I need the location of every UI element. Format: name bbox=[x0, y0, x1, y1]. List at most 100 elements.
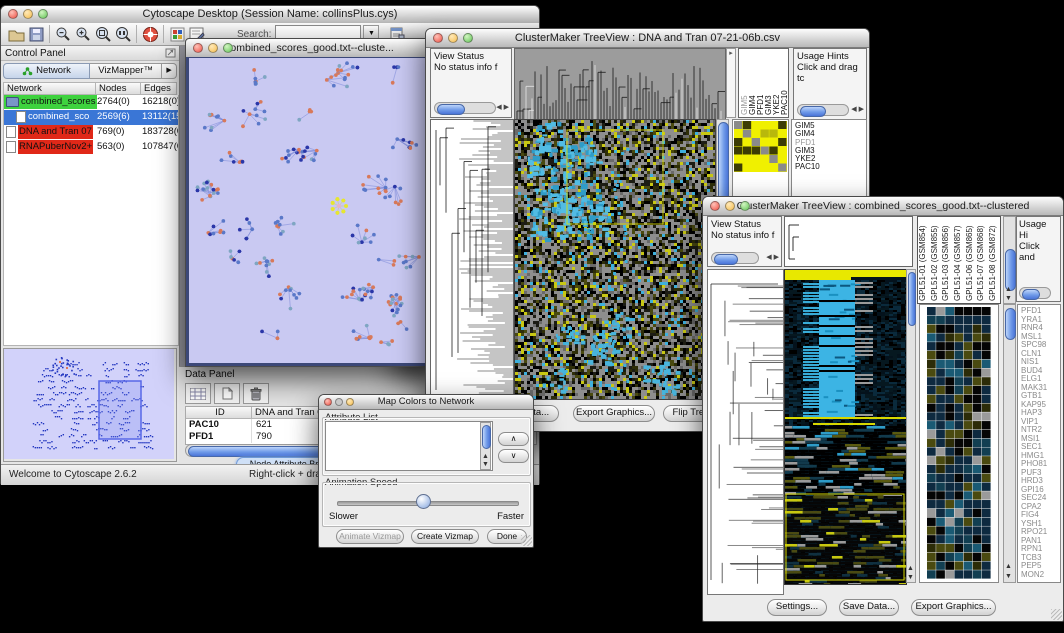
close-button[interactable] bbox=[193, 43, 203, 53]
gene-label[interactable]: FIG4 bbox=[1021, 511, 1060, 520]
column-header-network[interactable]: Network bbox=[3, 82, 96, 95]
scroll-down-arrow[interactable]: ▼ bbox=[482, 461, 489, 468]
gene-label[interactable]: YSH1 bbox=[1021, 520, 1060, 529]
network-view-titlebar[interactable]: combined_scores_good.txt--cluste... bbox=[186, 39, 433, 58]
column-label[interactable]: PFD1 bbox=[756, 51, 764, 115]
scrollbar-thumb[interactable] bbox=[1022, 289, 1040, 300]
zoom-selected-icon[interactable] bbox=[93, 25, 113, 43]
gene-label[interactable]: HRD3 bbox=[1021, 477, 1060, 486]
column-label[interactable]: GIM3 bbox=[764, 51, 772, 115]
view-status-hscrollbar[interactable] bbox=[711, 252, 759, 264]
zoom-out-icon[interactable] bbox=[53, 25, 73, 43]
minimize-button[interactable] bbox=[448, 33, 458, 43]
network-row-rnapuber[interactable]: RNAPuberNov2+ 563(0) 107847(0) bbox=[4, 140, 178, 155]
zoom-button[interactable] bbox=[223, 43, 233, 53]
column-label[interactable]: GPL51-03 (GSM856) bbox=[941, 219, 953, 301]
zoom-button[interactable] bbox=[346, 398, 354, 406]
tab-overflow-arrow[interactable]: ▶ bbox=[162, 63, 177, 79]
gene-label[interactable]: SEC24 bbox=[1021, 494, 1060, 503]
scrollbar-thumb[interactable] bbox=[1005, 249, 1016, 291]
resize-grip[interactable] bbox=[1051, 609, 1062, 620]
close-button[interactable] bbox=[433, 33, 443, 43]
scroll-arrows[interactable]: ◀ ▶ bbox=[496, 102, 509, 113]
scroll-down-arrow[interactable]: ▼ bbox=[907, 574, 914, 581]
gene-label[interactable]: HMG1 bbox=[1021, 452, 1060, 461]
usage-hints-hscrollbar[interactable] bbox=[797, 104, 849, 116]
scrollbar-thumb[interactable] bbox=[482, 425, 491, 449]
gene-label[interactable]: GTB1 bbox=[1021, 392, 1060, 401]
help-lifebuoy-icon[interactable] bbox=[140, 25, 160, 43]
open-file-icon[interactable] bbox=[6, 25, 26, 43]
column-label[interactable]: GIM4 bbox=[748, 51, 756, 115]
gene-label[interactable]: ELG1 bbox=[1021, 375, 1060, 384]
gene-label[interactable]: PAN1 bbox=[1021, 537, 1060, 546]
treeview1-titlebar[interactable]: ClusterMaker TreeView : DNA and Tran 07-… bbox=[426, 29, 869, 48]
gene-label[interactable]: PEP5 bbox=[1021, 562, 1060, 571]
column-label[interactable]: GPL51-06 (GSM865) bbox=[965, 219, 977, 301]
treeview2-labels-vscrollbar[interactable]: ▲ ▼ bbox=[1003, 216, 1016, 304]
treeview1-correlation-thumbnail[interactable] bbox=[734, 121, 787, 172]
close-button[interactable] bbox=[8, 9, 18, 19]
usage-hints-hscrollbar[interactable] bbox=[1019, 287, 1051, 299]
save-data-button[interactable]: Save Data... bbox=[839, 599, 899, 616]
column-label[interactable]: GPL51-07 (GSM868) bbox=[976, 219, 988, 301]
gene-label[interactable]: SPC98 bbox=[1021, 341, 1060, 350]
view-status-hscrollbar[interactable] bbox=[434, 102, 496, 114]
tab-network[interactable]: Network bbox=[3, 63, 90, 79]
gene-label[interactable]: GPI16 bbox=[1021, 486, 1060, 495]
treeview1-divider-strip[interactable]: ▸ bbox=[726, 48, 736, 118]
treeview2-heatmap[interactable] bbox=[784, 269, 907, 585]
treeview1-row-dendrogram[interactable] bbox=[430, 119, 514, 400]
network-row-dna-tran[interactable]: DNA and Tran 07 769(0) 183728(0) bbox=[4, 125, 178, 140]
save-icon[interactable] bbox=[26, 25, 46, 43]
column-header-id[interactable]: ID bbox=[186, 407, 252, 419]
tab-vizmapper[interactable]: VizMapper™ bbox=[90, 63, 162, 79]
gene-label[interactable]: RPN1 bbox=[1021, 545, 1060, 554]
column-label[interactable]: GPL51-04 (GSM857) bbox=[953, 219, 965, 301]
scroll-up-arrow[interactable]: ▲ bbox=[907, 565, 914, 572]
export-graphics-button[interactable]: Export Graphics... bbox=[911, 599, 996, 616]
attribute-list-item[interactable] bbox=[328, 441, 490, 450]
animate-vizmap-button[interactable]: Animate Vizmap bbox=[336, 529, 404, 544]
gene-label[interactable]: BUD4 bbox=[1021, 367, 1060, 376]
row-label[interactable]: PAC10 bbox=[795, 163, 866, 171]
gene-label[interactable]: RPO21 bbox=[1021, 528, 1060, 537]
network-overview-panel[interactable] bbox=[3, 348, 177, 462]
main-titlebar[interactable]: Cytoscape Desktop (Session Name: collins… bbox=[1, 6, 539, 24]
settings-button[interactable]: Settings... bbox=[767, 599, 827, 616]
column-label[interactable]: GPL51-08 (GSM872) bbox=[988, 219, 1000, 301]
scrollbar-thumb[interactable] bbox=[714, 254, 738, 265]
treeview1-heatmap[interactable] bbox=[514, 119, 716, 400]
gene-label[interactable]: MSL1 bbox=[1021, 333, 1060, 342]
network-overview-canvas[interactable] bbox=[4, 349, 174, 459]
gene-label[interactable]: PHO81 bbox=[1021, 460, 1060, 469]
gene-label[interactable]: PFD1 bbox=[1021, 307, 1060, 316]
column-label[interactable]: GPL51-01 (GSM854) bbox=[918, 219, 930, 301]
close-button[interactable] bbox=[324, 398, 332, 406]
zoom-button[interactable] bbox=[463, 33, 473, 43]
gene-label[interactable]: YRA1 bbox=[1021, 316, 1060, 325]
minimize-button[interactable] bbox=[335, 398, 343, 406]
gene-label[interactable]: SEC1 bbox=[1021, 443, 1060, 452]
scroll-arrows[interactable]: ◀ ▶ bbox=[851, 104, 864, 115]
zoom-in-icon[interactable] bbox=[73, 25, 93, 43]
scrollbar-thumb[interactable] bbox=[800, 106, 826, 117]
zoom-fit-icon[interactable] bbox=[113, 25, 133, 43]
attribute-list-item[interactable] bbox=[328, 449, 490, 458]
scroll-down-arrow[interactable]: ▼ bbox=[1005, 573, 1012, 580]
scrollbar-thumb[interactable] bbox=[1005, 308, 1016, 340]
zoom-button[interactable] bbox=[740, 201, 750, 211]
scroll-up-arrow[interactable]: ▲ bbox=[1005, 286, 1012, 293]
network-row-selected[interactable]: combined_sco 2569(6) 13112(15) bbox=[4, 110, 178, 125]
treeview1-column-dendrogram[interactable] bbox=[514, 48, 726, 120]
speed-slider-thumb[interactable] bbox=[416, 494, 431, 509]
gene-label[interactable]: PUF3 bbox=[1021, 469, 1060, 478]
network-view-canvas[interactable] bbox=[189, 58, 430, 361]
scrollbar-thumb[interactable] bbox=[908, 272, 916, 326]
treeview2-heatmap-vscrollbar[interactable]: ▲ ▼ bbox=[906, 269, 916, 583]
attribute-list-item[interactable] bbox=[328, 432, 490, 441]
scroll-up-arrow[interactable]: ▲ bbox=[482, 453, 489, 460]
minimize-button[interactable] bbox=[208, 43, 218, 53]
column-header-nodes[interactable]: Nodes bbox=[96, 82, 141, 95]
treeview2-row-dendrogram[interactable] bbox=[707, 269, 784, 595]
